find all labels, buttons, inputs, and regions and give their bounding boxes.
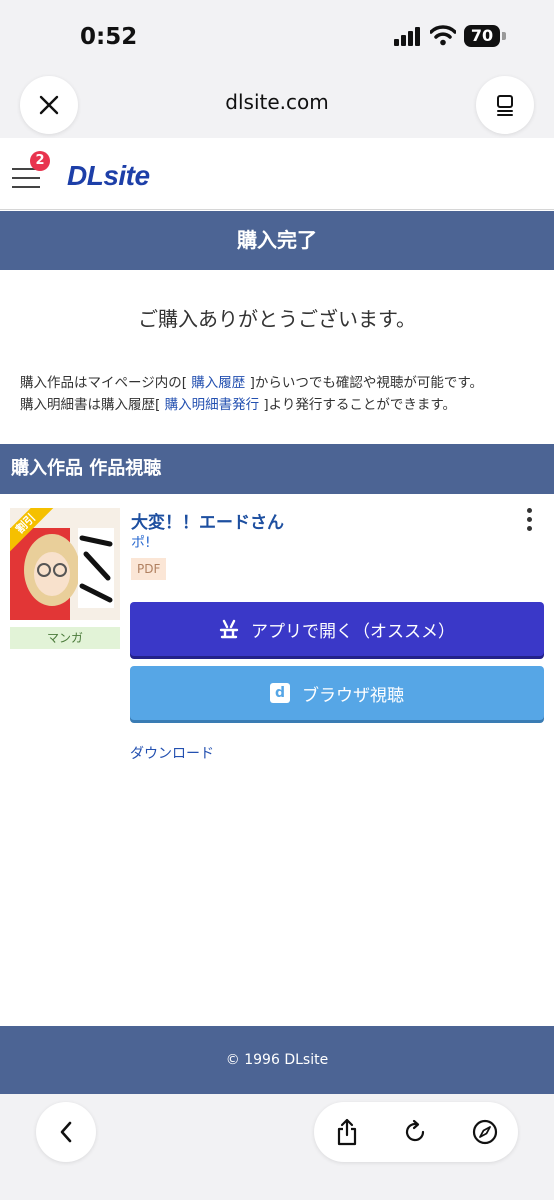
compass-button[interactable]: [470, 1117, 500, 1147]
download-link[interactable]: ダウンロード: [130, 743, 214, 763]
compass-icon: [472, 1119, 498, 1145]
info-line-2: 購入明細書は購入履歴[ 購入明細書発行 ]より発行することができます。: [20, 394, 483, 416]
dlsite-logo[interactable]: DLsite: [67, 160, 150, 192]
receipt-issue-link[interactable]: 購入明細書発行: [165, 397, 260, 413]
product-title[interactable]: 大変！！エードさん: [131, 508, 284, 533]
info-text: ]より発行することができます。: [263, 397, 457, 413]
reload-icon: [405, 1119, 425, 1142]
product-circle[interactable]: ポ!: [131, 532, 151, 552]
info-text: 購入作品はマイページ内の[: [20, 375, 187, 391]
info-text: ]からいつでも確認や視聴が可能です。: [249, 375, 484, 391]
browser-header: dlsite.com: [0, 72, 554, 138]
info-text: 購入明細書は購入履歴[: [20, 397, 161, 413]
share-icon: [337, 1118, 357, 1146]
tab-overview-icon: [497, 95, 513, 116]
chevron-left-icon: [60, 1121, 72, 1143]
open-in-app-label: アプリで開く（オススメ）: [251, 621, 455, 642]
more-options-icon[interactable]: [522, 508, 536, 534]
section-title: 購入作品 作品視聴: [0, 444, 554, 494]
product-thumbnail[interactable]: 割引: [10, 508, 120, 620]
back-button[interactable]: [36, 1102, 96, 1162]
browser-view-label: ブラウザ視聴: [302, 685, 404, 706]
notification-badge: 2: [30, 151, 50, 171]
info-line-1: 購入作品はマイページ内の[ 購入履歴 ]からいつでも確認や視聴が可能です。: [20, 372, 483, 394]
page-title: 購入完了: [0, 211, 554, 270]
reload-button[interactable]: [400, 1117, 430, 1147]
browser-toolbar: [0, 1094, 554, 1200]
url-domain[interactable]: dlsite.com: [0, 90, 554, 114]
footer-copyright: © 1996 DLsite: [0, 1026, 554, 1094]
format-badge: PDF: [131, 558, 167, 580]
hamburger-menu-icon[interactable]: [12, 168, 40, 190]
status-time: 0:52: [80, 24, 138, 50]
wifi-icon: [430, 25, 456, 46]
purchase-history-link[interactable]: 購入履歴: [191, 375, 245, 391]
tabs-button[interactable]: [476, 76, 534, 134]
browser-viewer-icon: d: [270, 683, 290, 703]
battery-tip: [502, 32, 506, 40]
status-bar: 0:52 70: [0, 0, 554, 72]
thanks-message: ご購入ありがとうございます。: [138, 307, 416, 331]
site-header: 2 DLsite: [0, 138, 554, 210]
cellular-signal-icon: [394, 27, 420, 46]
purchase-info: 購入作品はマイページ内の[ 購入履歴 ]からいつでも確認や視聴が可能です。 購入…: [20, 372, 483, 416]
share-button[interactable]: [332, 1117, 362, 1147]
open-in-app-button[interactable]: アプリで開く（オススメ）: [130, 602, 544, 656]
battery-icon: 70: [464, 25, 500, 47]
toolbar-actions: [314, 1102, 518, 1162]
genre-tag: マンガ: [10, 627, 120, 649]
browser-view-button[interactable]: d ブラウザ視聴: [130, 666, 544, 720]
app-icon: [219, 619, 239, 639]
